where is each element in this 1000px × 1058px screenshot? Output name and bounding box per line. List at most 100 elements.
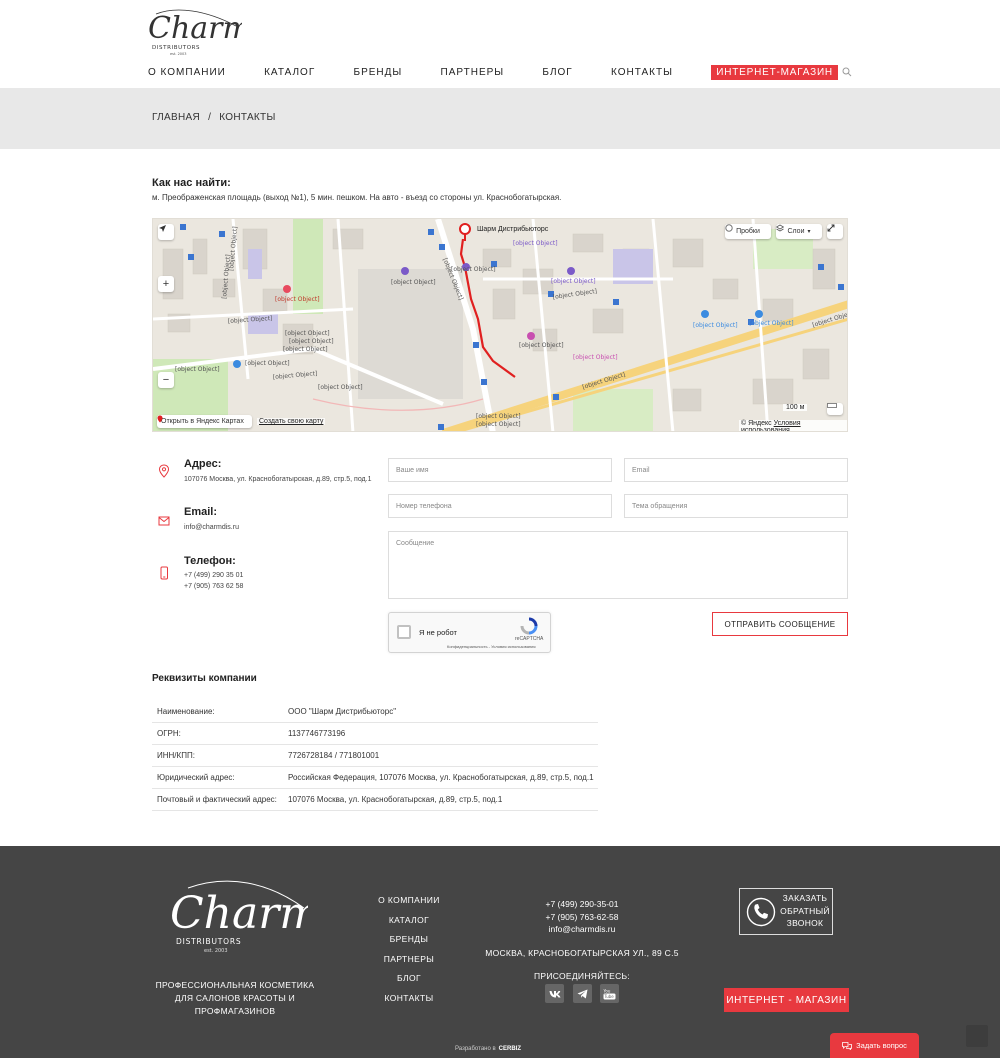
map-canvas[interactable]: [object Object] [object Object] [object … <box>153 219 848 432</box>
footer-contacts: +7 (499) 290-35-01 +7 (905) 763-62-58 in… <box>482 898 682 936</box>
recaptcha-label: Я не робот <box>419 628 457 637</box>
map-label-poi: [object Object] <box>391 279 436 286</box>
map-pin-icon <box>157 415 163 423</box>
map-label-poi: [object Object] <box>318 384 363 391</box>
fullscreen-button[interactable] <box>827 224 843 239</box>
nav-item-about[interactable]: О КОМПАНИИ <box>148 67 226 78</box>
name-input[interactable]: Ваше имя <box>388 458 612 482</box>
telegram-button[interactable] <box>573 984 592 1003</box>
poi-pin[interactable] <box>233 360 241 368</box>
zoom-out-button[interactable]: − <box>158 372 174 388</box>
recaptcha-checkbox[interactable] <box>397 625 411 639</box>
footer-tagline-line: ПРОФЕССИОНАЛЬНАЯ КОСМЕТИКА <box>155 980 315 990</box>
vk-icon <box>549 990 560 997</box>
nav-item-brands[interactable]: БРЕНДЫ <box>354 67 403 78</box>
phone-input[interactable]: Номер телефона <box>388 494 612 518</box>
table-row: ОГРН: 1137746773196 <box>152 723 598 745</box>
breadcrumb-home[interactable]: ГЛАВНАЯ <box>152 112 200 123</box>
scroll-to-top-button[interactable] <box>966 1025 988 1047</box>
poi-pin[interactable] <box>567 267 575 275</box>
nav-item-partners[interactable]: ПАРТНЕРЫ <box>441 67 505 78</box>
poi-pin[interactable] <box>701 310 709 318</box>
phone-label: Телефон: <box>184 555 236 567</box>
youtube-button[interactable]: You Tube <box>600 984 619 1003</box>
layers-icon <box>776 224 784 232</box>
map-label-poi: [object Object] <box>283 346 328 353</box>
breadcrumb-current: КОНТАКТЫ <box>219 112 276 123</box>
footer-phone-2[interactable]: +7 (905) 763-62-58 <box>482 911 682 924</box>
nav-item-blog[interactable]: БЛОГ <box>542 67 572 78</box>
footer-tagline-line: ПРОФМАГАЗИНОВ <box>194 1006 276 1016</box>
recaptcha-terms[interactable]: Конфиденциальность - Условия использован… <box>447 644 536 649</box>
logo-sub: DISTRIBUTORS <box>152 45 200 51</box>
footer-phone-1[interactable]: +7 (499) 290-35-01 <box>482 898 682 911</box>
svg-text:Tube: Tube <box>603 994 614 999</box>
recaptcha-widget: Я не робот reCAPTCHA Конфиденциальность … <box>388 612 551 653</box>
footer-menu-partners[interactable]: ПАРТНЕРЫ <box>360 954 458 974</box>
find-title: Как нас найти: <box>152 177 231 189</box>
search-icon[interactable] <box>842 67 852 77</box>
footer-tagline-line: ДЛЯ САЛОНОВ КРАСОТЫ И <box>174 993 296 1003</box>
ruler-icon <box>827 403 837 408</box>
footer-menu-brands[interactable]: БРЕНДЫ <box>360 934 458 954</box>
zoom-in-button[interactable]: + <box>158 276 174 292</box>
footer-menu-blog[interactable]: БЛОГ <box>360 973 458 993</box>
poi-pin[interactable] <box>283 285 291 293</box>
map-label-poi: [object Object] <box>175 366 220 373</box>
poi-pin[interactable] <box>755 310 763 318</box>
requisite-key: Почтовый и фактический адрес: <box>157 795 277 804</box>
footer-shop-button[interactable]: ИНТЕРНЕТ - МАГАЗИН <box>724 988 849 1012</box>
message-textarea[interactable]: Сообщение <box>388 531 848 599</box>
youtube-icon: You Tube <box>603 988 616 999</box>
phone-icon <box>160 566 168 580</box>
layers-button[interactable]: Слои ▾ <box>776 224 822 239</box>
locate-button[interactable] <box>158 224 174 240</box>
map-label-poi: [object Object] <box>749 320 794 327</box>
nav-shop-button[interactable]: ИНТЕРНЕТ-МАГАЗИН <box>711 64 838 80</box>
traffic-button[interactable]: Пробки <box>725 224 771 239</box>
callback-button[interactable]: ЗАКАЗАТЬ ОБРАТНЫЙ ЗВОНОК <box>739 888 833 935</box>
email-input[interactable]: Email <box>624 458 848 482</box>
expand-icon <box>827 224 835 232</box>
footer-email[interactable]: info@charmdis.ru <box>482 923 682 936</box>
nav-item-catalog[interactable]: КАТАЛОГ <box>264 67 315 78</box>
ruler-button[interactable] <box>827 403 843 415</box>
map-label-poi: [object Object] <box>451 266 496 273</box>
requisite-value: 7726728184 / 771801001 <box>288 751 380 760</box>
poi-pin[interactable] <box>401 267 409 275</box>
footer-menu: О КОМПАНИИ КАТАЛОГ БРЕНДЫ ПАРТНЕРЫ БЛОГ … <box>360 895 458 1012</box>
map-scale: 100 м <box>783 404 808 411</box>
vk-button[interactable] <box>545 984 564 1003</box>
table-row: ИНН/КПП: 7726728184 / 771801001 <box>152 745 598 767</box>
footer-join-label: ПРИСОЕДИНЯЙТЕСЬ: <box>533 971 631 981</box>
callback-label-line: ОБРАТНЫЙ <box>780 905 830 916</box>
footer-menu-catalog[interactable]: КАТАЛОГ <box>360 915 458 935</box>
create-map-link[interactable]: Создать свою карту <box>257 418 326 425</box>
yandex-map[interactable]: [object Object] [object Object] [object … <box>152 218 848 432</box>
poi-pin[interactable] <box>527 332 535 340</box>
map-label-poi: [object Object] <box>245 360 290 367</box>
nav-item-contacts[interactable]: КОНТАКТЫ <box>611 67 673 78</box>
phone-value-2[interactable]: +7 (905) 763 62 58 <box>184 581 243 592</box>
footer-menu-about[interactable]: О КОМПАНИИ <box>360 895 458 915</box>
email-value[interactable]: info@charmdis.ru <box>184 522 239 533</box>
requisite-value: ООО "Шарм Дистрибьюторс" <box>288 707 397 716</box>
send-message-button[interactable]: ОТПРАВИТЬ СООБЩЕНИЕ <box>712 612 848 636</box>
ask-question-button[interactable]: Задать вопрос <box>830 1033 919 1058</box>
open-in-yandex-button[interactable]: Открыть в Яндекс Картах <box>157 415 252 428</box>
footer-menu-contacts[interactable]: КОНТАКТЫ <box>360 993 458 1013</box>
requisites-title: Реквизиты компании <box>152 673 257 684</box>
subject-input[interactable]: Тема обращения <box>624 494 848 518</box>
developer-credit[interactable]: Разработано в CERBIZ <box>455 1046 521 1052</box>
callback-label-line: ЗВОНОК <box>786 918 824 928</box>
nav-shop-group: ИНТЕРНЕТ-МАГАЗИН <box>711 64 852 80</box>
layers-label: Слои <box>787 228 805 235</box>
footer-logo[interactable]: Charm DISTRIBUTORS est. 2003 <box>168 878 321 956</box>
svg-text:You: You <box>603 988 611 993</box>
find-text: м. Преображенская площадь (выход №1), 5 … <box>152 193 562 202</box>
phone-value-1[interactable]: +7 (499) 290 35 01 <box>184 570 243 581</box>
charm-logo[interactable]: Charm DISTRIBUTORS est. 2003 <box>146 8 251 58</box>
office-pin[interactable] <box>459 223 471 235</box>
traffic-label: Пробки <box>736 228 760 235</box>
requisite-value: Российская Федерация, 107076 Москва, ул.… <box>288 773 594 782</box>
